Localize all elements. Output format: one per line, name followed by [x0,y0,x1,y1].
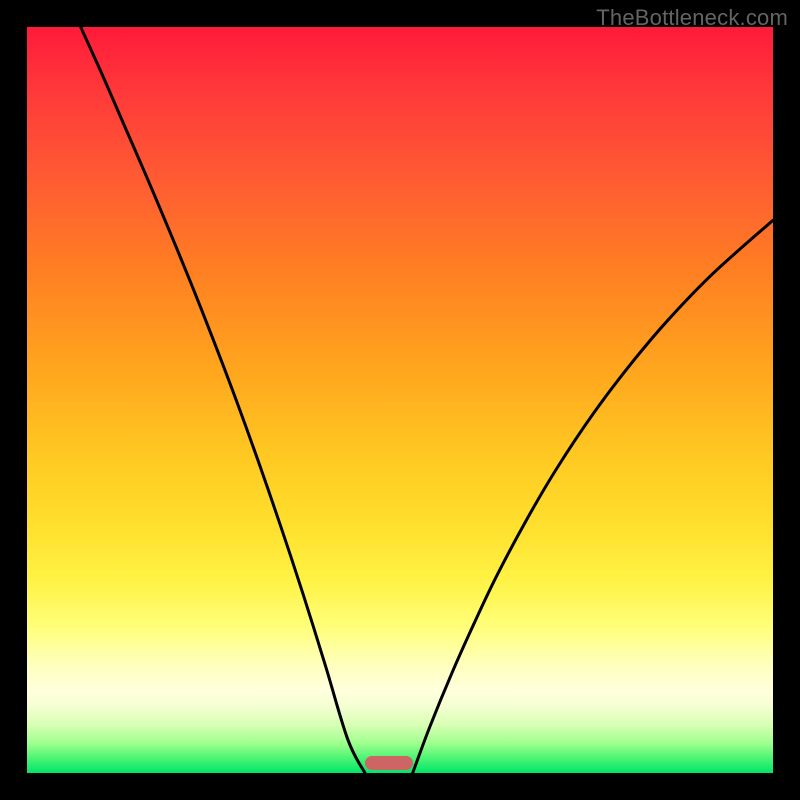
left-curve [81,27,365,773]
chart-frame: TheBottleneck.com [0,0,800,800]
right-curve [413,220,773,773]
curves-svg [27,27,773,773]
plot-area [27,27,773,773]
watermark-text: TheBottleneck.com [596,5,788,31]
bottleneck-marker [365,756,413,770]
